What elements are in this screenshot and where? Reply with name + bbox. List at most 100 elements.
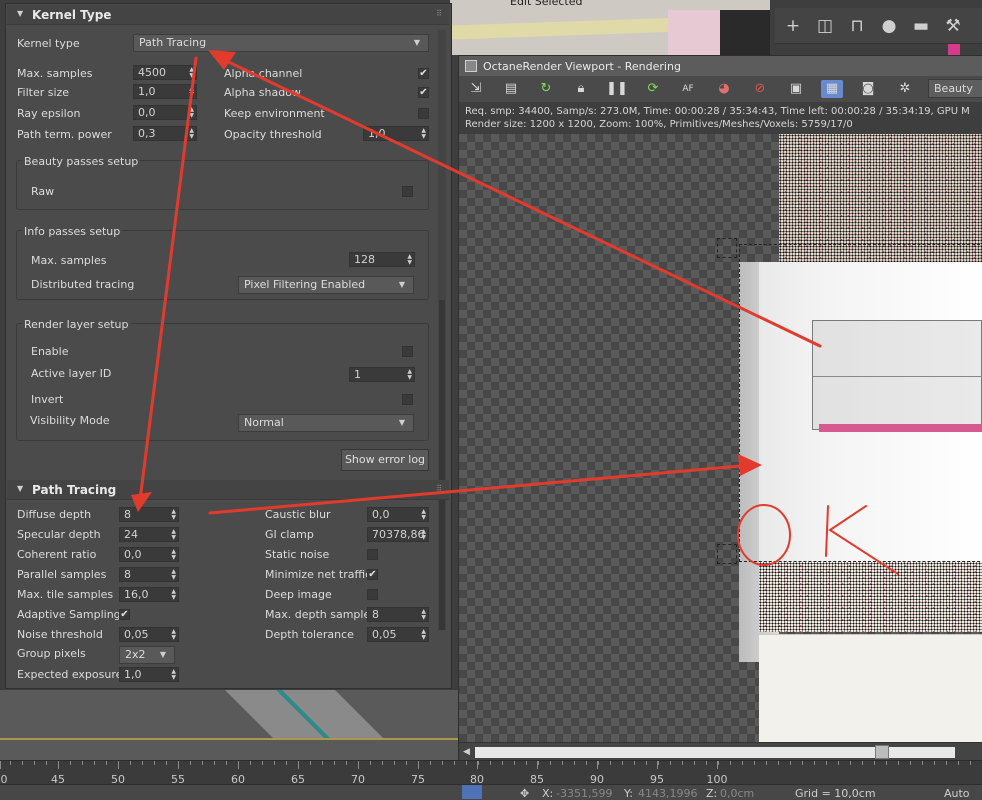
info-max-samples-spinner[interactable]: 128 ▲ ▼ [349, 252, 415, 267]
path-setting-checkbox[interactable] [367, 589, 378, 600]
app-root: Edit Selected + ◫ ⊓ ● ▬ ⚒ ▼ Kernel Type … [0, 0, 982, 800]
spinner-arrows-icon[interactable]: ▲ ▼ [421, 529, 426, 541]
filter-size-spinner[interactable]: 1,0 ▲ ▼ [133, 84, 197, 99]
utilities-icon[interactable]: ⚒ [941, 14, 965, 38]
path-setting-label: Coherent ratio [17, 548, 97, 561]
path-setting-spinner[interactable]: 1,0 ▲ ▼ [119, 667, 179, 682]
path-setting-checkbox[interactable]: ✔ [119, 609, 130, 620]
render-canvas[interactable] [459, 134, 982, 742]
path-setting-dropdown[interactable]: 2x2 ▼ [119, 646, 175, 664]
region-icon[interactable]: ▣ [785, 80, 807, 98]
raw-checkbox[interactable] [402, 186, 413, 197]
render-region-box[interactable] [739, 244, 982, 562]
transform-icon[interactable]: ✥ [520, 787, 529, 800]
y-value[interactable]: 4143,1996 [638, 787, 698, 800]
modify-icon[interactable]: ◫ [813, 14, 837, 38]
af-icon[interactable]: AF [677, 80, 699, 98]
hierarchy-icon[interactable]: ⊓ [845, 14, 869, 38]
path-setting-spinner[interactable]: 16,0 ▲ ▼ [119, 587, 179, 602]
keep-environment-checkbox[interactable] [418, 108, 429, 119]
send-icon[interactable]: ⇲ [465, 80, 487, 98]
path-setting-spinner[interactable]: 0,05 ▲ ▼ [367, 627, 429, 642]
octane-hscrollbar[interactable]: ◀ [459, 742, 982, 762]
path-setting-spinner[interactable]: 8 ▲ ▼ [367, 607, 429, 622]
spinner-arrows-icon[interactable]: ▲ ▼ [421, 509, 426, 521]
region-handle-bottom[interactable] [717, 544, 737, 564]
ruler-minor-tick [958, 761, 959, 765]
path-setting-spinner[interactable]: 24 ▲ ▼ [119, 527, 179, 542]
camera-icon[interactable]: ◙ [857, 80, 879, 98]
spinner-arrows-icon[interactable]: ▲ ▼ [189, 67, 194, 79]
spinner-arrows-icon[interactable]: ▲ ▼ [189, 107, 194, 119]
spinner-arrows-icon[interactable]: ▲ ▼ [171, 669, 176, 681]
z-value[interactable]: 0,0cm [720, 787, 754, 800]
display-icon[interactable]: ▬ [909, 14, 933, 38]
path-setting-spinner[interactable]: 0,0 ▲ ▼ [119, 547, 179, 562]
spinner-arrows-icon[interactable]: ▲ ▼ [421, 128, 426, 140]
path-setting-spinner[interactable]: 70378,86 ▲ ▼ [367, 527, 429, 542]
alpha-channel-label: Alpha channel [224, 67, 303, 80]
motion-icon[interactable]: ● [877, 14, 901, 38]
path-setting-checkbox[interactable] [367, 549, 378, 560]
kernel-type-dropdown[interactable]: Path Tracing ▼ [133, 34, 429, 52]
timeline-ruler[interactable]: 0 45 50 55 60 65 70 75 80 85 90 95 100 [0, 760, 982, 786]
path-tracing-rollout-header[interactable]: ▼ Path Tracing ⠿ [7, 480, 449, 500]
refresh-icon[interactable]: ⟳ [642, 80, 664, 98]
path-term-power-spinner[interactable]: 0,3 ▲ ▼ [133, 126, 197, 141]
hscroll-thumb[interactable] [875, 745, 889, 759]
spinner-arrows-icon[interactable]: ▲ ▼ [421, 629, 426, 641]
selection-lock-icon[interactable] [462, 785, 482, 799]
alpha-channel-checkbox[interactable]: ✔ [418, 68, 429, 79]
no-clay-icon[interactable]: ⊘ [749, 80, 771, 98]
alpha-shadow-checkbox[interactable]: ✔ [418, 87, 429, 98]
path-setting-checkbox[interactable]: ✔ [367, 569, 378, 580]
panel-scrollbar[interactable] [438, 30, 446, 630]
spinner-arrows-icon[interactable]: ▲ ▼ [171, 509, 176, 521]
scroll-left-icon[interactable]: ◀ [463, 747, 470, 757]
ruler-minor-tick [130, 761, 131, 765]
film-icon[interactable]: ▦ [821, 80, 843, 98]
spinner-arrows-icon[interactable]: ▲ ▼ [407, 254, 412, 266]
auto-key-button[interactable]: Auto Ke [944, 787, 982, 800]
x-value[interactable]: -3351,599 [556, 787, 612, 800]
visibility-mode-dropdown[interactable]: Normal ▼ [238, 414, 414, 432]
settings-icon[interactable]: ✲ [894, 80, 916, 98]
spinner-arrows-icon[interactable]: ▲ ▼ [407, 369, 412, 381]
path-setting-spinner[interactable]: 0,05 ▲ ▼ [119, 627, 179, 642]
path-setting-spinner[interactable]: 8 ▲ ▼ [119, 507, 179, 522]
distributed-tracing-dropdown[interactable]: Pixel Filtering Enabled ▼ [238, 276, 414, 294]
spinner-arrows-icon[interactable]: ▲ ▼ [171, 549, 176, 561]
spinner-arrows-icon[interactable]: ▲ ▼ [189, 128, 194, 140]
show-error-log-button[interactable]: Show error log [341, 449, 429, 471]
max-samples-spinner[interactable]: 4500 ▲ ▼ [133, 65, 197, 80]
spinner-arrows-icon[interactable]: ▲ ▼ [421, 609, 426, 621]
spinner-arrows-icon[interactable]: ▲ ▼ [189, 86, 194, 98]
region-handle-top[interactable] [717, 238, 737, 258]
ray-epsilon-spinner[interactable]: 0,0 ▲ ▼ [133, 105, 197, 120]
copy-icon[interactable]: ▤ [500, 80, 522, 98]
lock-icon[interactable]: 🔒︎ [570, 80, 592, 98]
restart-icon[interactable]: ↻ [535, 80, 557, 98]
spinner-arrows-icon[interactable]: ▲ ▼ [171, 529, 176, 541]
color-icon[interactable]: ◕ [713, 80, 735, 98]
collapse-triangle-icon: ▼ [17, 484, 24, 493]
path-setting-spinner[interactable]: 0,0 ▲ ▼ [367, 507, 429, 522]
render-pass-dropdown[interactable]: Beauty [928, 79, 982, 98]
path-setting-spinner[interactable]: 8 ▲ ▼ [119, 567, 179, 582]
invert-checkbox[interactable] [402, 394, 413, 405]
enable-checkbox[interactable] [402, 346, 413, 357]
drag-grip-icon[interactable]: ⠿ [436, 9, 442, 18]
scene-floor-preview [0, 690, 460, 760]
octane-title-bar[interactable]: OctaneRender Viewport - Rendering [459, 56, 982, 76]
create-plus-icon[interactable]: + [781, 14, 805, 38]
opacity-threshold-spinner[interactable]: 1,0 ▲ ▼ [363, 126, 429, 141]
drag-grip-icon[interactable]: ⠿ [436, 484, 442, 493]
kernel-type-rollout-header[interactable]: ▼ Kernel Type ⠿ [7, 5, 449, 25]
spinner-arrows-icon[interactable]: ▲ ▼ [171, 589, 176, 601]
spinner-arrows-icon[interactable]: ▲ ▼ [171, 569, 176, 581]
scrollbar-thumb[interactable] [439, 300, 445, 630]
pause-icon[interactable]: ❚❚ [606, 80, 628, 98]
active-layer-id-spinner[interactable]: 1 ▲ ▼ [349, 367, 415, 382]
ruler-minor-tick [178, 761, 179, 765]
spinner-arrows-icon[interactable]: ▲ ▼ [171, 629, 176, 641]
